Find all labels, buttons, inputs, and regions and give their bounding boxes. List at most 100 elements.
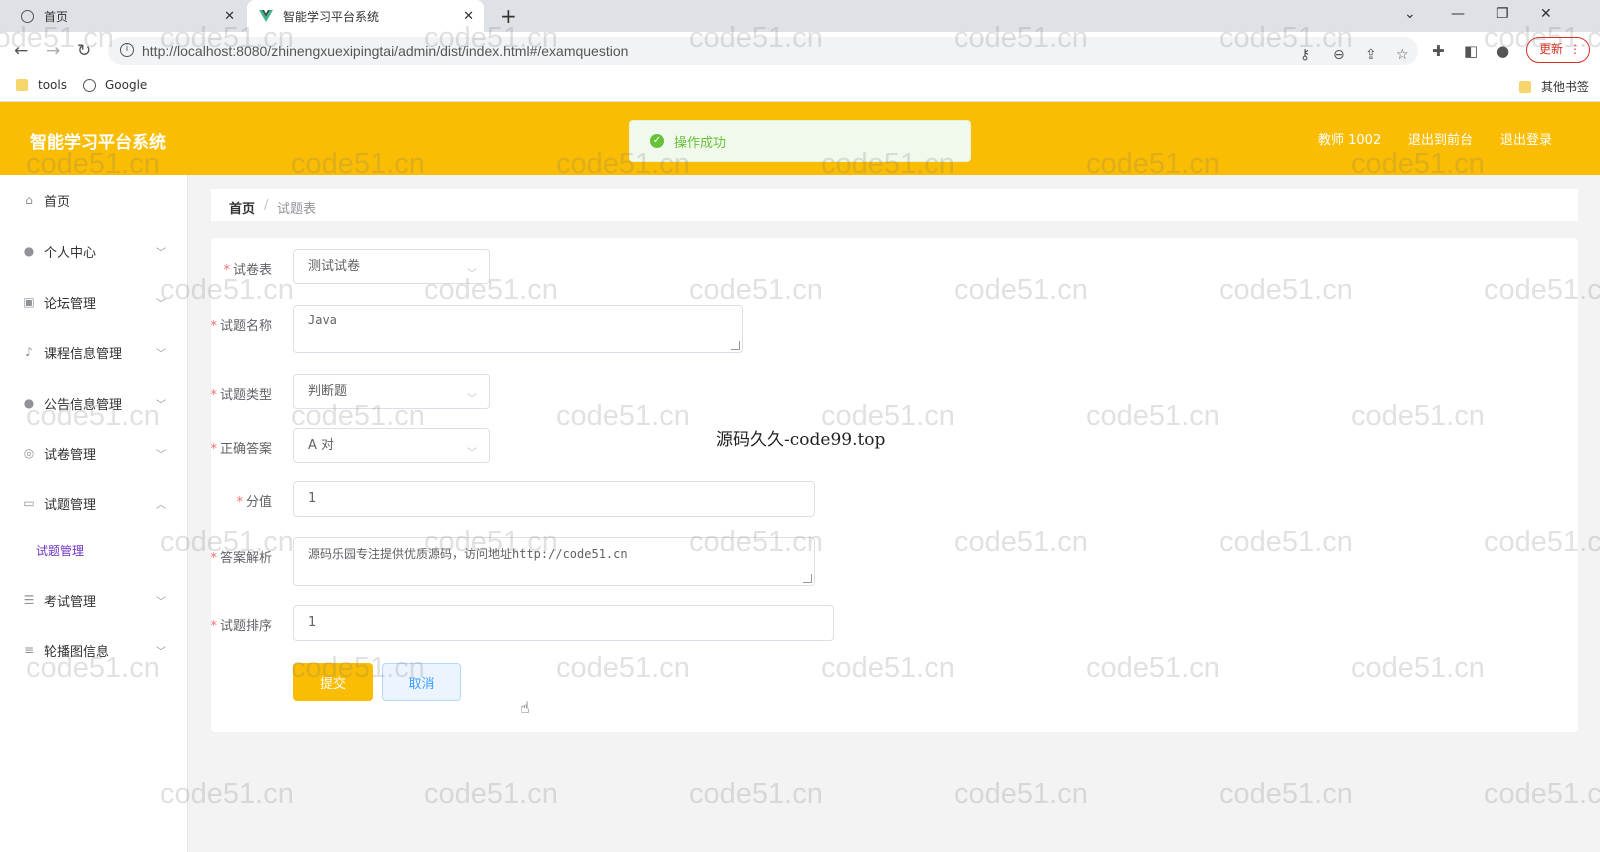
breadcrumb-current: 试题表	[277, 202, 317, 217]
restore-icon[interactable]: ❐	[1496, 6, 1509, 22]
input-value: 1	[308, 615, 317, 630]
check-circle-icon: ✓	[650, 134, 664, 148]
forward-icon[interactable]: →	[46, 41, 60, 61]
folder-icon	[16, 79, 28, 91]
watermark: code51.cn	[954, 778, 1088, 810]
breadcrumb: 首页 / 试题表	[211, 189, 1578, 221]
tab-search-icon[interactable]: ⌄	[1404, 6, 1416, 22]
user-icon: ●	[23, 244, 35, 258]
kebab-icon: ⋮	[1569, 42, 1581, 56]
logout-link[interactable]: 退出登录	[1500, 129, 1552, 148]
star-icon[interactable]: ☆	[1396, 47, 1409, 63]
profile-icon[interactable]: ●	[1496, 42, 1509, 60]
paper-select[interactable]: 测试试卷 ﹀	[293, 249, 490, 284]
sliders-icon: ☰	[23, 593, 35, 607]
sidebar-item-label: 考试管理	[44, 594, 97, 610]
overlay-watermark-text: 源码久久-code99.top	[716, 430, 886, 450]
textarea-value: Java	[308, 313, 337, 327]
sidebar-item-label: 个人中心	[44, 245, 97, 261]
new-tab-button[interactable]: +	[500, 4, 517, 28]
watermark: code51.cn	[689, 778, 823, 810]
breadcrumb-separator: /	[264, 198, 269, 213]
resize-handle[interactable]	[731, 341, 740, 350]
hand-cursor-icon: ☝	[520, 698, 530, 717]
globe-icon	[83, 78, 96, 92]
back-icon[interactable]: ←	[14, 41, 28, 61]
resize-handle[interactable]	[803, 574, 812, 583]
chevron-down-icon: ﹀	[467, 448, 477, 459]
update-label: 更新	[1539, 42, 1564, 56]
app-title: 智能学习平台系统	[30, 133, 166, 153]
browser-tab-home[interactable]: 首页 ✕	[0, 0, 245, 32]
bookmark-google[interactable]: Google	[83, 78, 147, 92]
chevron-down-icon: ﹀	[467, 394, 477, 405]
form-label-answer: * 正确答案	[210, 442, 272, 457]
chevron-down-icon: ﹀	[156, 248, 166, 259]
sidebar-item-label: 论坛管理	[44, 296, 97, 312]
url-input[interactable]: i http://localhost:8080/zhinengxuexiping…	[108, 37, 1418, 65]
key-icon[interactable]: ⚷	[1300, 47, 1310, 63]
window-close-icon[interactable]: ✕	[1540, 6, 1552, 22]
order-input[interactable]: 1	[293, 605, 834, 641]
zoom-icon[interactable]: ⊖	[1333, 47, 1345, 63]
sidebar-item-exam[interactable]: ☰ 考试管理 ﹀	[0, 580, 188, 620]
score-input[interactable]: 1	[293, 481, 815, 517]
bookmark-tools[interactable]: tools	[16, 78, 67, 92]
answer-select[interactable]: A 对 ﹀	[293, 428, 490, 463]
reload-icon[interactable]: ↻	[77, 41, 91, 61]
info-icon[interactable]: i	[120, 43, 134, 57]
question-name-textarea[interactable]: Java	[293, 305, 743, 353]
user-label: 教师 1002	[1318, 133, 1382, 148]
select-value: 测试试卷	[308, 259, 361, 274]
watermark: code51.cn	[1219, 778, 1353, 810]
chevron-down-icon: ﹀	[156, 349, 166, 360]
analysis-textarea[interactable]: 源码乐园专注提供优质源码，访问地址http://code51.cn	[293, 537, 815, 586]
home-icon: ⌂	[25, 193, 33, 207]
browser-tab-title: 智能学习平台系统	[283, 9, 380, 24]
browser-tab-active[interactable]: 智能学习平台系统 ✕	[247, 0, 484, 32]
folder-icon	[1519, 80, 1531, 93]
browser-tab-bar: 首页 ✕ 智能学习平台系统 ✕ + ⌄ — ❐ ✕	[0, 0, 1600, 32]
form-label-name: * 试题名称	[210, 319, 272, 334]
bookmark-label: 其他书签	[1541, 80, 1590, 94]
sidepanel-icon[interactable]: ◧	[1464, 42, 1478, 60]
sidebar-item-label: 首页	[44, 194, 71, 210]
success-toast: ✓ 操作成功	[629, 120, 971, 162]
select-value: 判断题	[308, 384, 348, 399]
list-icon: ≡	[23, 643, 35, 657]
browser-tab-title: 首页	[44, 9, 69, 24]
sidebar-item-home[interactable]: ⌂ 首页	[0, 180, 188, 220]
cancel-button[interactable]: 取消	[382, 663, 461, 701]
form-label-score: * 分值	[236, 495, 272, 510]
extensions-icon[interactable]: ✚	[1432, 42, 1445, 60]
chevron-down-icon: ﹀	[467, 269, 477, 280]
bookmark-label: Google	[105, 78, 148, 92]
mic-icon: ♪	[25, 345, 33, 359]
globe-icon	[20, 9, 34, 23]
input-value: 1	[308, 491, 317, 506]
watermark: code51.cn	[1484, 778, 1600, 810]
submit-button[interactable]: 提交	[293, 663, 373, 701]
share-icon[interactable]: ⇪	[1365, 47, 1377, 63]
bookmark-label: tools	[38, 78, 67, 92]
forum-icon: ▣	[23, 295, 35, 309]
vue-logo-icon	[259, 9, 273, 23]
breadcrumb-home[interactable]: 首页	[229, 198, 255, 217]
close-tab-icon[interactable]: ✕	[224, 9, 235, 24]
update-button[interactable]: 更新 ⋮	[1526, 37, 1590, 63]
toast-message: 操作成功	[674, 135, 727, 151]
chevron-down-icon: ﹀	[156, 597, 166, 608]
to-front-link[interactable]: 退出到前台	[1408, 129, 1473, 148]
form-label-order: * 试题排序	[210, 619, 272, 634]
other-bookmarks[interactable]: 其他书签	[1519, 78, 1589, 95]
question-type-select[interactable]: 判断题 ﹀	[293, 374, 490, 409]
sidebar-item-course[interactable]: ♪ 课程信息管理 ﹀	[0, 332, 188, 372]
close-tab-icon[interactable]: ✕	[463, 9, 474, 24]
form-label-type: * 试题类型	[210, 388, 272, 403]
url-text: http://localhost:8080/zhinengxuexipingta…	[142, 43, 629, 59]
minimize-icon[interactable]: —	[1451, 6, 1465, 22]
select-value: A 对	[308, 438, 335, 453]
watermark: code51.cn	[424, 778, 558, 810]
textarea-value: 源码乐园专注提供优质源码，访问地址http://code51.cn	[308, 547, 628, 561]
sidebar-item-carousel[interactable]: ≡ 轮播图信息 ﹀	[0, 630, 188, 670]
